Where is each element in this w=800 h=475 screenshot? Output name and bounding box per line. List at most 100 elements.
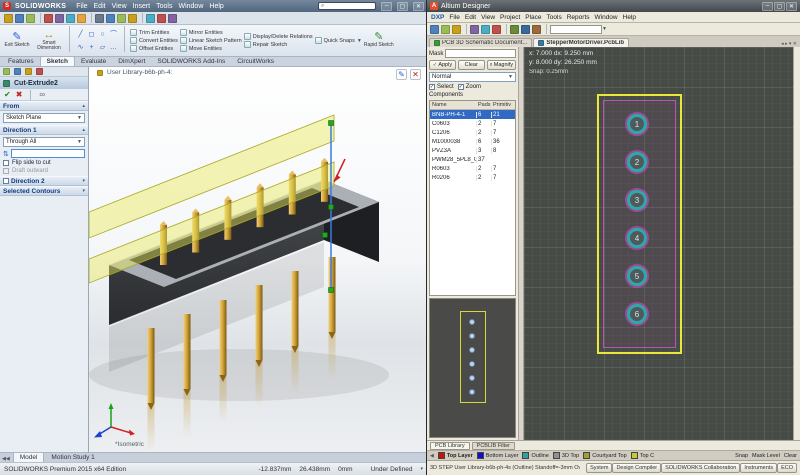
from-section-header[interactable]: From▴ [0,101,88,111]
place-string-icon[interactable] [532,25,541,34]
appearance-icon[interactable] [168,14,177,23]
menu-dxp[interactable]: DXP [431,14,444,21]
from-dropdown[interactable]: Sketch Plane▼ [3,113,85,123]
component-row[interactable]: C120627 [430,128,515,137]
smart-dimension-button[interactable]: ↔ Smart Dimension [34,26,64,55]
display-mode-dropdown[interactable]: Normal▼ [429,72,516,82]
arc-tool-icon[interactable]: ⌒ [108,28,119,41]
spline-tool-icon[interactable]: ∿ [75,41,86,54]
design-compiler-button[interactable]: Design Compiler [612,463,661,473]
tab-steppermotordriver-pcblib[interactable]: StepperMotorDriver.PcbLib [533,38,629,47]
pad-6[interactable]: 6 [627,304,647,324]
display-delete-relations-button[interactable]: Display/Delete Relations [244,33,313,40]
menu-place[interactable]: Place [525,14,541,21]
minimize-button[interactable]: – [381,2,392,11]
layer-tab-courtyard-top[interactable]: Courtyard Top [583,452,626,459]
zoom-icon[interactable] [470,25,479,34]
menu-tools[interactable]: Tools [156,3,172,10]
menu-project[interactable]: Project [500,14,520,21]
featuremanager-tab-icon[interactable] [3,68,10,75]
fit-board-icon[interactable] [481,25,490,34]
close-button[interactable]: ✕ [413,2,424,11]
dimxpertmanager-tab-icon[interactable] [36,68,43,75]
snap-button[interactable]: Snap [735,453,748,459]
direction-reference-box[interactable] [11,149,85,158]
component-row[interactable]: C060327 [430,119,515,128]
clear-button[interactable]: Clear [458,60,485,70]
component-row[interactable]: PVZ3A38 [430,146,515,155]
tab-evaluate[interactable]: Evaluate [75,57,112,66]
component-row[interactable]: BNB-PH-4-1621 [430,110,515,119]
print-icon[interactable] [452,25,461,34]
select-checkbox-row[interactable]: ✓Select [429,84,454,90]
graphics-viewport[interactable]: User Library-b6b-ph-4: ✎ ✕ [89,67,427,452]
quick-snaps-button[interactable]: Quick Snaps▼ [315,37,362,44]
zoom-checkbox-row[interactable]: ✓Zoom [458,84,481,90]
linear-sketch-pattern-button[interactable]: Linear Sketch Pattern [180,37,242,44]
zoom-fit-icon[interactable] [117,14,126,23]
tab-sketch[interactable]: Sketch [40,56,75,66]
place-line-icon[interactable] [521,25,530,34]
components-table-header[interactable]: Name Pads Primitiv [430,101,515,110]
options-icon[interactable] [106,14,115,23]
search-box[interactable]: ⌕ [318,2,376,10]
filter-icon[interactable] [492,25,501,34]
direction2-checkbox[interactable] [3,178,9,184]
footprint-preview[interactable] [429,298,516,438]
status-options-icon[interactable]: ▾ [420,466,423,472]
move-entities-button[interactable]: Move Entities [180,45,242,52]
eco-button[interactable]: ECO [777,463,797,473]
tab-solidworks-addins[interactable]: SOLIDWORKS Add-Ins [151,57,231,66]
pad-5[interactable]: 5 [627,266,647,286]
apply-button[interactable]: ✓Apply [429,60,456,70]
mask-input[interactable] [445,49,516,58]
menu-window[interactable]: Window [595,14,618,21]
menu-file[interactable]: File [76,3,87,10]
tab-dimxpert[interactable]: DimXpert [112,57,151,66]
menu-help[interactable]: Help [209,3,223,10]
component-row[interactable]: R060327 [430,164,515,173]
hide-show-icon[interactable] [157,14,166,23]
menu-reports[interactable]: Reports [567,14,590,21]
tab-model[interactable]: Model [13,452,45,462]
selected-contours-header[interactable]: Selected Contours▾ [0,186,88,196]
layer-tab-top-c[interactable]: Top C [631,452,654,459]
instruments-button[interactable]: Instruments [740,463,777,473]
mask-level-button[interactable]: Mask Level [752,453,780,459]
open-icon[interactable] [430,25,439,34]
menu-insert[interactable]: Insert [133,3,151,10]
3d-model-pin-header[interactable] [89,75,427,452]
pad-3[interactable]: 3 [627,190,647,210]
new-doc-icon[interactable] [4,14,13,23]
trim-entities-button[interactable]: Trim Entities [130,29,178,36]
undo-icon[interactable] [55,14,64,23]
repair-sketch-button[interactable]: Repair Sketch [244,41,313,48]
layer-tab-3d-top[interactable]: 3D Top [553,452,579,459]
close-button[interactable]: ✕ [786,2,797,11]
menu-tools[interactable]: Tools [547,14,562,21]
configurationmanager-tab-icon[interactable] [25,68,32,75]
minimize-button[interactable]: – [762,2,773,11]
rebuild-icon[interactable] [95,14,104,23]
tab-circuitworks[interactable]: CircuitWorks [231,57,280,66]
component-row[interactable]: R020627 [430,173,515,182]
circle-tool-icon[interactable]: ○ [97,28,108,41]
tab-pcb-3d-document[interactable]: PCB 3D Schematic Document... [429,38,532,47]
component-row[interactable]: PWM28_5PL8_0937 [430,155,515,164]
offset-entities-button[interactable]: Offset Entities [130,45,178,52]
ok-check-icon[interactable]: ✔ [4,90,11,99]
pad-1[interactable]: 1 [627,114,647,134]
menu-help[interactable]: Help [623,14,636,21]
view-orientation-icon[interactable] [128,14,137,23]
menu-view[interactable]: View [112,3,127,10]
menu-file[interactable]: File [449,14,459,21]
propertymanager-tab-icon[interactable] [14,68,21,75]
display-style-icon[interactable] [146,14,155,23]
zoom-checkbox[interactable]: ✓ [458,84,464,90]
open-doc-icon[interactable] [15,14,24,23]
flip-side-checkbox[interactable] [3,160,9,166]
layer-tab-bottom[interactable]: Bottom Layer [477,452,519,459]
convert-entities-button[interactable]: Convert Entities [130,37,178,44]
rectangle-tool-icon[interactable]: ◻ [86,28,97,41]
draft-outward-checkbox[interactable] [3,168,9,174]
